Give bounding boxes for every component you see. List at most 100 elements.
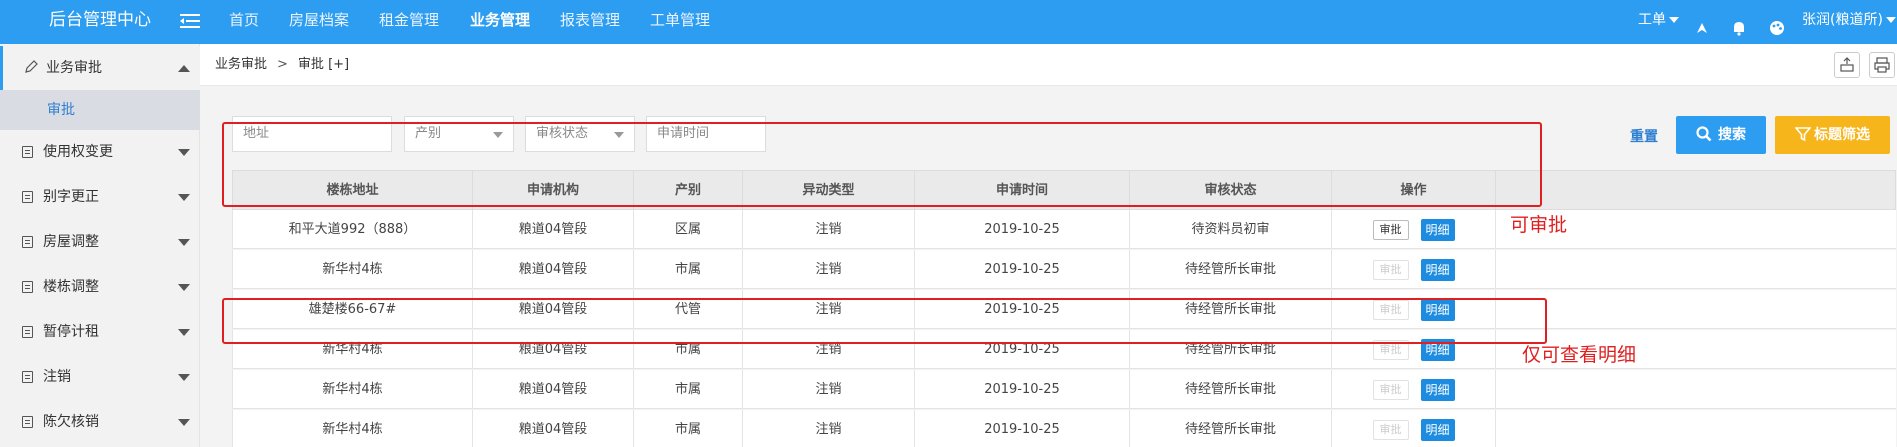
workorder-dropdown[interactable]: 工单: [1638, 0, 1679, 40]
app-root: 后台管理中心 首页 房屋档案 租金管理 业务管理 报表管理 工单管理 工单 张润…: [0, 0, 1897, 447]
chevron-down-icon: [1885, 17, 1896, 23]
cell-date: 2019-10-25: [915, 250, 1130, 288]
breadcrumb-current: 审批: [297, 57, 324, 72]
cell-org: 粮道04管段: [473, 250, 634, 288]
chevron-down-icon: [178, 239, 190, 246]
user-name: 张润(粮道所): [1802, 12, 1883, 28]
cell-date: 2019-10-25: [915, 370, 1130, 408]
breadcrumb: 业务审批 > 审批 [+]: [215, 44, 349, 86]
detail-button[interactable]: 明细: [1420, 258, 1455, 281]
palette-icon[interactable]: [1769, 12, 1785, 35]
breadcrumb-bar: 业务审批 > 审批 [+]: [200, 44, 1897, 86]
filter-icon: [1794, 127, 1812, 142]
sidebar-item-label: 使用权变更: [43, 144, 113, 160]
brand-title: 后台管理中心: [49, 10, 151, 30]
sidebar-item-cancellation[interactable]: 注销: [0, 355, 200, 399]
document-icon: [22, 191, 33, 203]
nav-report-management[interactable]: 报表管理: [560, 0, 620, 40]
nav-house-archive[interactable]: 房屋档案: [289, 0, 349, 40]
table-row: 和平大道992（888） 粮道04管段 区属 注销 2019-10-25 待资料员初审 审批…: [232, 210, 1896, 249]
document-icon: [22, 371, 33, 383]
cell-type: 市属: [634, 370, 743, 408]
sidebar-item-pause-rent[interactable]: 暂停计租: [0, 310, 200, 354]
filter-label: 标题筛选: [1814, 127, 1870, 143]
bell-icon[interactable]: [1732, 12, 1746, 36]
nav-home[interactable]: 首页: [229, 0, 259, 40]
chevron-down-icon: [178, 374, 190, 381]
sidebar-item-business-approval[interactable]: 业务审批: [0, 46, 200, 90]
approve-button: 审批: [1372, 259, 1409, 280]
cell-actions: 审批 明细: [1332, 410, 1496, 447]
approve-button[interactable]: 审批: [1372, 219, 1409, 240]
cell-change: 注销: [743, 370, 915, 408]
export-icon[interactable]: [1834, 52, 1860, 78]
annotation-can-approve: 可审批: [1510, 214, 1568, 236]
cell-actions: 审批 明细: [1332, 210, 1496, 248]
breadcrumb-extra[interactable]: [+]: [328, 57, 349, 72]
chevron-down-icon: [178, 419, 190, 426]
sidebar-subitem-approval[interactable]: 审批: [0, 90, 200, 130]
sidebar-item-label: 注销: [43, 369, 71, 385]
cell-org: 粮道04管段: [473, 370, 634, 408]
chevron-down-icon: [1669, 17, 1679, 23]
cell-date: 2019-10-25: [915, 410, 1130, 447]
cell-type: 市属: [634, 250, 743, 288]
rocket-icon[interactable]: [1694, 12, 1710, 33]
approve-button: 审批: [1372, 379, 1409, 400]
nav-rent-management[interactable]: 租金管理: [379, 0, 439, 40]
cell-address: 新华村4栋: [233, 370, 473, 408]
cell-address: 新华村4栋: [233, 250, 473, 288]
cell-status: 待经管所长审批: [1130, 250, 1332, 288]
menu-toggle-icon[interactable]: [180, 12, 200, 30]
sidebar: 业务审批 审批 使用权变更 别字更正 房屋调整 楼栋调整 暂停计租 注销 陈欠核…: [0, 44, 200, 447]
cell-status: 待资料员初审: [1130, 210, 1332, 248]
cell-actions: 审批 明细: [1332, 250, 1496, 288]
detail-button[interactable]: 明细: [1420, 378, 1455, 401]
detail-button[interactable]: 明细: [1420, 218, 1455, 241]
annotation-detail-only: 仅可查看明细: [1522, 344, 1637, 366]
document-icon: [22, 326, 33, 338]
table-row: 新华村4栋 粮道04管段 市属 注销 2019-10-25 待经管所长审批 审批 明细: [232, 410, 1896, 447]
reset-button[interactable]: 重置: [1630, 126, 1658, 146]
chevron-down-icon: [178, 194, 190, 201]
breadcrumb-root[interactable]: 业务审批: [215, 57, 267, 72]
cell-status: 待经管所长审批: [1130, 370, 1332, 408]
document-icon: [22, 146, 33, 158]
cell-actions: 审批 明细: [1332, 370, 1496, 408]
title-filter-button[interactable]: 标题筛选: [1775, 116, 1890, 154]
workorder-label: 工单: [1638, 12, 1666, 28]
cell-change: 注销: [743, 250, 915, 288]
sidebar-item-house-adjustment[interactable]: 房屋调整: [0, 220, 200, 264]
nav-workorder-management[interactable]: 工单管理: [650, 0, 710, 40]
user-menu[interactable]: 张润(粮道所): [1802, 0, 1896, 40]
cell-address: 新华村4栋: [233, 410, 473, 447]
sidebar-item-label: 暂停计租: [43, 324, 99, 340]
chevron-down-icon: [178, 284, 190, 291]
cell-org: 粮道04管段: [473, 410, 634, 447]
sidebar-item-label: 房屋调整: [43, 234, 99, 250]
sidebar-item-usage-change[interactable]: 使用权变更: [0, 130, 200, 174]
sidebar-item-label: 陈欠核销: [43, 414, 99, 430]
cell-type: 市属: [634, 410, 743, 447]
cell-date: 2019-10-25: [915, 210, 1130, 248]
sidebar-item-building-adjustment[interactable]: 楼栋调整: [0, 265, 200, 309]
search-button[interactable]: 搜索: [1676, 116, 1766, 154]
cell-org: 粮道04管段: [473, 210, 634, 248]
annotation-box-approvable: [222, 122, 1542, 207]
pencil-icon: [25, 60, 38, 73]
sidebar-item-label: 楼栋调整: [43, 279, 99, 295]
annotation-box-detail-only: [222, 298, 1547, 344]
sidebar-item-typo-correction[interactable]: 别字更正: [0, 175, 200, 219]
cell-address: 和平大道992（888）: [233, 210, 473, 248]
detail-button[interactable]: 明细: [1420, 418, 1455, 441]
print-icon[interactable]: [1869, 52, 1895, 78]
nav-business-management[interactable]: 业务管理: [470, 0, 530, 40]
sidebar-item-arrears-writeoff[interactable]: 陈欠核销: [0, 400, 200, 444]
chevron-down-icon: [178, 149, 190, 156]
top-header: 后台管理中心 首页 房屋档案 租金管理 业务管理 报表管理 工单管理 工单 张润…: [0, 0, 1897, 44]
table-row: 新华村4栋 粮道04管段 市属 注销 2019-10-25 待经管所长审批 审批 明细: [232, 250, 1896, 289]
search-icon: [1696, 126, 1712, 142]
chevron-up-icon: [178, 65, 190, 72]
document-icon: [22, 281, 33, 293]
search-label: 搜索: [1718, 127, 1746, 143]
